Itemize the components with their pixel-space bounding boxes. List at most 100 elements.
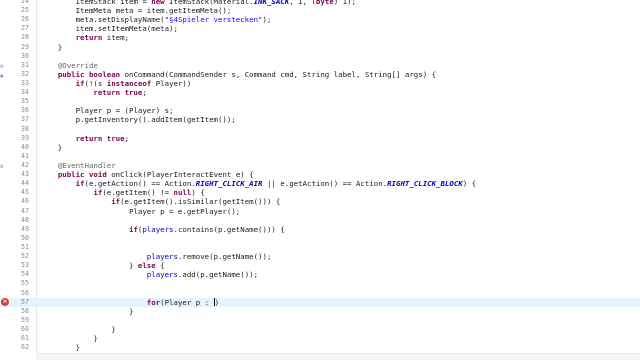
code-token: true xyxy=(106,133,125,143)
line-number: 48 xyxy=(21,215,29,224)
code-token: item; xyxy=(102,33,130,43)
code-text: Player p = (Player) s; xyxy=(40,106,174,115)
code-line[interactable]: 62 } xyxy=(0,343,640,352)
code-token: onCommand(CommandSender s, Command cmd, … xyxy=(120,69,437,79)
code-editor[interactable]: 24 ItemStack item = new ItemStack(Materi… xyxy=(0,0,640,360)
code-text: if(e.getItem() != null) { xyxy=(40,188,204,198)
code-line[interactable]: 55 xyxy=(0,279,640,288)
line-number: 29 xyxy=(21,42,29,51)
code-text: @Override xyxy=(40,61,98,70)
code-text: } xyxy=(40,334,98,344)
line-number: 27 xyxy=(21,24,29,33)
code-text: } else { xyxy=(40,261,165,270)
code-token: ) 1); xyxy=(333,0,356,6)
code-line[interactable]: 56 xyxy=(0,289,640,298)
code-token: } xyxy=(40,306,134,316)
code-token: (e.getAction() == Action. xyxy=(84,179,196,189)
line-number: 46 xyxy=(21,197,29,206)
line-number: 59 xyxy=(21,315,29,324)
code-token: if xyxy=(93,188,103,198)
code-line[interactable]: 54 players.add(p.getName()); xyxy=(0,270,640,279)
code-line[interactable]: 26 meta.setDisplayName("§4Spieler verste… xyxy=(0,15,640,24)
code-line[interactable]: 38 xyxy=(0,125,640,134)
code-line[interactable]: 46 if(e.getItem().isSimilar(getItem())) … xyxy=(0,197,640,206)
code-text: public void onClick(PlayerInteractEvent … xyxy=(40,170,254,179)
code-line[interactable]: 28 return item; xyxy=(0,33,640,42)
code-line[interactable]: 37 p.getInventory().addItem(getItem()); xyxy=(0,115,640,124)
code-text: } xyxy=(40,325,115,334)
code-token: } xyxy=(40,334,98,344)
code-line[interactable]: 51 xyxy=(0,243,640,252)
code-line[interactable]: 36 Player p = (Player) s; xyxy=(0,106,640,115)
code-token: players xyxy=(146,270,178,280)
code-text: players.add(p.getName()); xyxy=(40,270,258,279)
code-text: return true; xyxy=(40,88,147,98)
code-area[interactable]: 24 ItemStack item = new ItemStack(Materi… xyxy=(0,0,640,352)
line-number: 57 xyxy=(21,297,29,306)
horizontal-scrollbar[interactable] xyxy=(36,353,640,360)
code-token: { xyxy=(155,261,165,271)
line-number: 60 xyxy=(21,324,29,333)
line-number: 33 xyxy=(21,78,29,87)
code-token: return xyxy=(75,33,103,43)
code-line[interactable]: 34 return true; xyxy=(0,88,640,97)
code-token: RIGHT_CLICK_AIR xyxy=(195,179,263,189)
code-line[interactable]: 61 } xyxy=(0,334,640,343)
code-line[interactable]: 49 if(players.contains(p.getName())) { xyxy=(0,225,640,234)
code-text: p.getInventory().addItem(getItem()); xyxy=(40,115,236,124)
error-icon[interactable]: × xyxy=(1,297,9,306)
code-line[interactable]: 40 } xyxy=(0,143,640,152)
code-line[interactable]: 41 xyxy=(0,152,640,161)
code-token: item.setItemMeta(meta); xyxy=(40,24,178,34)
code-token: "§4Spieler verstecken" xyxy=(164,15,263,25)
code-line[interactable]: 52 players.remove(p.getName()); xyxy=(0,252,640,261)
code-token: Player p = (Player) s; xyxy=(40,106,174,116)
code-line[interactable]: 60 } xyxy=(0,325,640,334)
line-number: 50 xyxy=(21,233,29,242)
line-number: 41 xyxy=(21,151,29,160)
line-number: 26 xyxy=(21,15,29,24)
code-token: ) xyxy=(214,297,220,307)
code-line[interactable]: 45 if(e.getItem() != null) { xyxy=(0,188,640,197)
code-line[interactable]: 29 } xyxy=(0,43,640,52)
code-line[interactable]: 44 if(e.getAction() == Action.RIGHT_CLIC… xyxy=(0,179,640,188)
line-number: 62 xyxy=(21,343,29,352)
code-text: } xyxy=(40,143,62,152)
code-token: for xyxy=(146,297,161,307)
line-number: 55 xyxy=(21,279,29,288)
code-line[interactable]: 57 × for(Player p : ) xyxy=(0,297,640,307)
code-line[interactable]: 39 return true; xyxy=(0,134,640,143)
code-line[interactable]: 25 ItemMeta meta = item.getItemMeta(); xyxy=(0,6,640,15)
line-number: 54 xyxy=(21,270,29,279)
code-line[interactable]: 53 } else { xyxy=(0,261,640,270)
line-number: 40 xyxy=(21,142,29,151)
line-number: 31 xyxy=(21,60,29,69)
code-line[interactable]: 27 item.setItemMeta(meta); xyxy=(0,24,640,33)
line-number: 35 xyxy=(21,97,29,106)
line-number: 44 xyxy=(21,179,29,188)
code-line[interactable]: 31 ⊖ @Override xyxy=(0,61,640,70)
code-line[interactable]: 59 xyxy=(0,316,640,325)
code-line[interactable]: 43 public void onClick(PlayerInteractEve… xyxy=(0,170,640,179)
code-line[interactable]: 32 ▲ public boolean onCommand(CommandSend… xyxy=(0,70,640,79)
code-token: ; xyxy=(142,88,147,98)
code-line[interactable]: 30 xyxy=(0,52,640,61)
code-token: (Player p : xyxy=(160,297,214,307)
code-line[interactable]: 35 xyxy=(0,97,640,106)
line-number: 37 xyxy=(21,115,29,124)
code-line[interactable]: 42 ⊖ @EventHandler xyxy=(0,161,640,170)
code-line[interactable]: 50 xyxy=(0,234,640,243)
code-line[interactable]: 47 Player p = e.getPlayer(); xyxy=(0,207,640,216)
code-line[interactable]: 48 xyxy=(0,216,640,225)
code-token: .add(p.getName()); xyxy=(177,270,259,280)
code-line[interactable]: 33 if(!(s instanceof Player)) xyxy=(0,79,640,88)
code-line[interactable]: 58 } xyxy=(0,307,640,316)
